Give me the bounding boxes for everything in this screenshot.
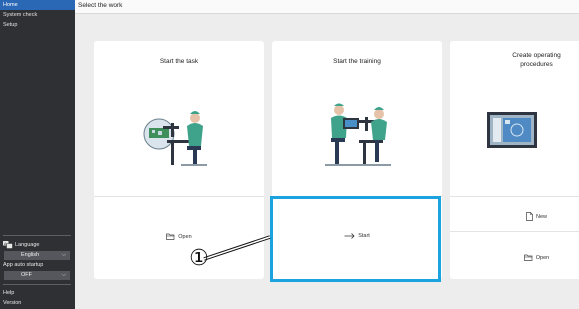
callout-number: ①	[189, 245, 209, 270]
callout-line	[203, 235, 271, 261]
